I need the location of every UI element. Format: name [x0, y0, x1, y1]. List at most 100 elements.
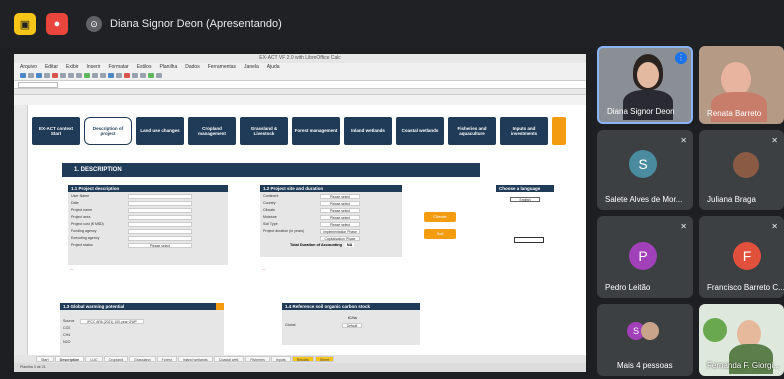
sheet-tab[interactable]: Coastal wetl.	[213, 356, 245, 362]
language-input-box[interactable]	[514, 237, 544, 243]
sheet-tab[interactable]: Fisheries	[245, 356, 270, 362]
country-select[interactable]: Please select	[320, 200, 360, 206]
nav-tile-start[interactable]: EX-ACT context Start	[32, 117, 80, 145]
find-icon[interactable]	[100, 73, 106, 78]
menu-item[interactable]: Exibir	[66, 63, 79, 71]
ex-act-nav: EX-ACT context Start Description of proj…	[32, 117, 566, 145]
project-cost-field[interactable]	[128, 221, 192, 227]
soil-button[interactable]: Soil	[424, 229, 456, 239]
filter-icon[interactable]	[124, 73, 130, 78]
menu-item[interactable]: Dados	[185, 63, 199, 71]
sheet-tab[interactable]: Inland wetlands	[177, 356, 213, 362]
function-icon[interactable]	[148, 73, 154, 78]
nav-tile-fisheries[interactable]: Fisheries and aquaculture	[448, 117, 496, 145]
nav-tile-description[interactable]: Description of project	[84, 117, 132, 145]
column-header	[14, 89, 586, 95]
calc-window-title: EX-ACT VF 2.0 with LibreOffice Calc	[14, 54, 586, 63]
climate-button[interactable]: Climate	[424, 212, 456, 222]
print-icon[interactable]	[44, 73, 50, 78]
field-label: Project cost (€ M$D)	[71, 222, 104, 226]
menu-item[interactable]: Arquivo	[20, 63, 37, 71]
nav-tile-next[interactable]	[552, 117, 566, 145]
continent-select[interactable]: Please select	[320, 193, 360, 199]
soil-type-select[interactable]: Please select	[320, 221, 360, 227]
menu-item[interactable]: Ajuda	[267, 63, 280, 71]
project-site-panel: 1.2 Project site and duration Continent P…	[260, 185, 402, 257]
undo-icon[interactable]	[84, 73, 90, 78]
participant-tile-renata[interactable]: Renata Barreto	[699, 46, 784, 124]
nav-tile-land-use[interactable]: Land use changes	[136, 117, 184, 145]
sheet-tab[interactable]: Grassland	[129, 356, 156, 362]
user-name-field[interactable]	[128, 193, 192, 199]
speaking-icon: ⋮	[675, 52, 687, 64]
sheet-tab[interactable]: Sheet	[314, 356, 335, 362]
chart-icon[interactable]	[108, 73, 114, 78]
name-box[interactable]	[18, 81, 58, 88]
language-select[interactable]: English	[510, 197, 540, 202]
nav-tile-inland-wetlands[interactable]: Inland wetlands	[344, 117, 392, 145]
cut-icon[interactable]	[60, 73, 66, 78]
participant-name: Francisco Barreto C...	[707, 283, 784, 292]
redo-icon[interactable]	[92, 73, 98, 78]
project-description-panel: 1.1 Project description User Name Date P…	[68, 185, 228, 265]
menu-item[interactable]: Janela	[244, 63, 259, 71]
border-icon[interactable]	[156, 73, 162, 78]
participant-tile-francisco[interactable]: ✕ F Francisco Barreto C...	[699, 216, 784, 298]
menu-item[interactable]: Estilos	[137, 63, 152, 71]
sheet-tab[interactable]: Cropland	[103, 356, 129, 362]
menu-item[interactable]: Planilha	[159, 63, 177, 71]
menu-item[interactable]: Editar	[45, 63, 58, 71]
record-icon[interactable]: ●	[46, 13, 68, 35]
panel-title: 1.2 Project site and duration	[260, 185, 402, 192]
sheet-tab[interactable]: Inputs	[270, 356, 291, 362]
participant-tile-fernanda[interactable]: Fernanda F. Giorgi...	[699, 304, 784, 376]
capitalization-phase-field[interactable]: Capitalization Phase	[320, 235, 360, 241]
mic-off-icon: ✕	[771, 136, 778, 145]
sheet-tab-active[interactable]: Description	[54, 356, 85, 362]
participant-name: Juliana Braga	[707, 195, 756, 204]
participant-tile-pedro[interactable]: ✕ P Pedro Leitão	[597, 216, 693, 298]
copy-icon[interactable]	[68, 73, 74, 78]
menu-item[interactable]: Inserir	[87, 63, 101, 71]
field-label: Project status	[71, 243, 93, 247]
climate-select[interactable]: Please select	[320, 207, 360, 213]
field-label: Project name	[71, 208, 93, 212]
image-icon[interactable]	[140, 73, 146, 78]
paste-icon[interactable]	[76, 73, 82, 78]
executing-agency-field[interactable]	[128, 235, 192, 241]
open-icon[interactable]	[28, 73, 34, 78]
soc-value-field[interactable]: Default	[342, 322, 362, 328]
nav-tile-grassland[interactable]: Grassland & Livestock	[240, 117, 288, 145]
save-icon[interactable]	[36, 73, 42, 78]
gas-label: CO2	[63, 326, 71, 330]
nav-tile-cropland[interactable]: Cropland management	[188, 117, 236, 145]
sheet-tab[interactable]: Results	[291, 356, 314, 362]
date-field[interactable]	[128, 200, 192, 206]
participant-tile-diana[interactable]: ⋮ Diana Signor Deon	[597, 46, 693, 124]
moisture-select[interactable]: Please select	[320, 214, 360, 220]
participant-tile-juliana[interactable]: ✕ Juliana Braga	[699, 130, 784, 210]
pdf-icon[interactable]	[52, 73, 58, 78]
sheet-tab[interactable]: Start	[36, 356, 54, 362]
sheet-tab[interactable]: Forest	[156, 356, 177, 362]
info-icon[interactable]	[216, 303, 224, 310]
funding-agency-field[interactable]	[128, 228, 192, 234]
project-area-field[interactable]	[128, 214, 192, 220]
more-participants-tile[interactable]: S Mais 4 pessoas	[597, 304, 693, 376]
nav-tile-forest[interactable]: Forest management	[292, 117, 340, 145]
nav-tile-inputs[interactable]: Inputs and investments	[500, 117, 548, 145]
project-name-field[interactable]	[128, 207, 192, 213]
total-duration-label: Total Duration of Accounting	[290, 243, 342, 247]
table-icon[interactable]	[132, 73, 138, 78]
presentation-icon[interactable]: ▣	[14, 13, 36, 35]
participant-tile-salete[interactable]: ✕ S Salete Alves de Mor...	[597, 130, 693, 210]
new-icon[interactable]	[20, 73, 26, 78]
sort-icon[interactable]	[116, 73, 122, 78]
menu-item[interactable]: Ferramentas	[208, 63, 236, 71]
nav-tile-coastal-wetlands[interactable]: Coastal wetlands	[396, 117, 444, 145]
gwp-source-select[interactable]: IPCC AR6 (2021) 100-year GWP	[80, 318, 144, 324]
implementation-phase-field[interactable]: Implementation Phase	[320, 228, 360, 234]
project-status-select[interactable]: Please select	[128, 242, 192, 248]
menu-item[interactable]: Formatar	[108, 63, 128, 71]
sheet-tab[interactable]: LUC	[85, 356, 103, 362]
